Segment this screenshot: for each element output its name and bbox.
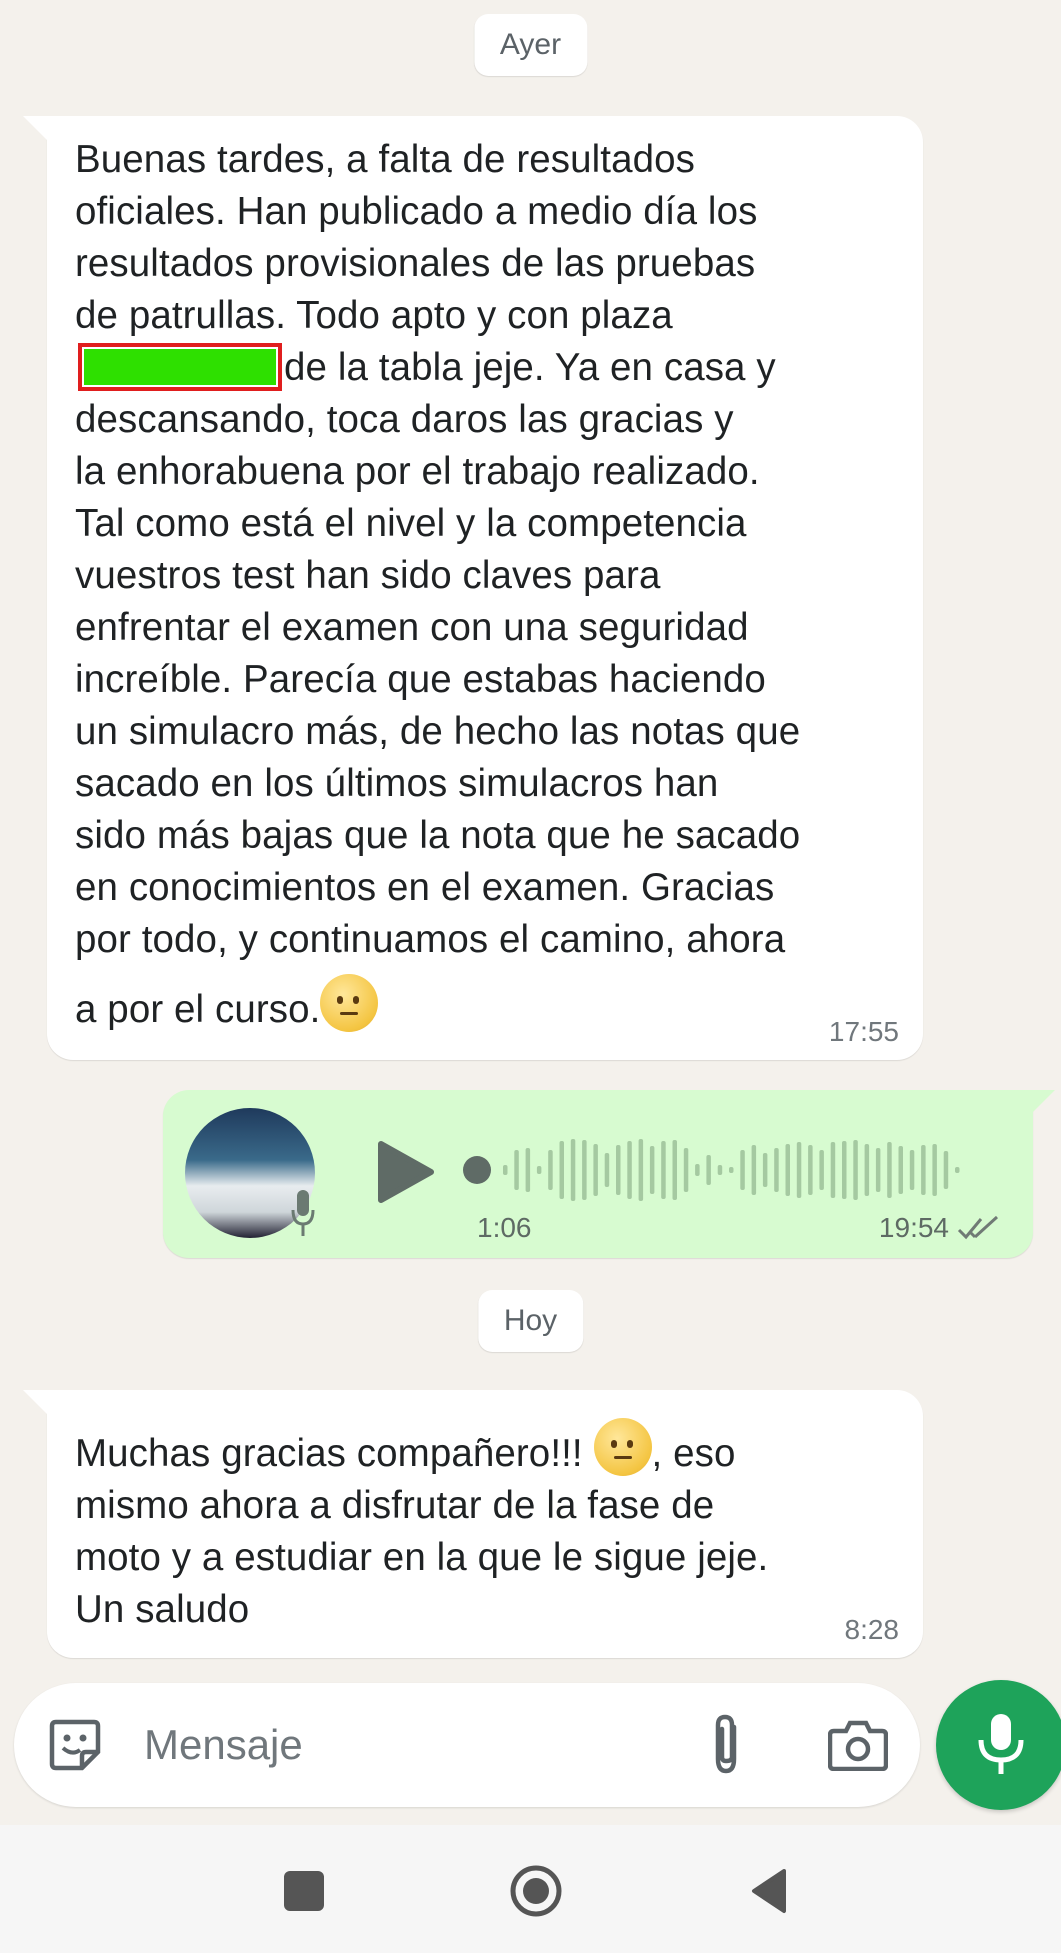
message-line-fragment: Muchas gracias compañero!!!: [75, 1432, 594, 1475]
message-composer[interactable]: Mensaje: [14, 1683, 920, 1807]
message-line: moto y a estudiar en la que le sigue jej…: [75, 1536, 769, 1579]
message-line: resultados provisionales de las pruebas: [75, 242, 756, 285]
message-line: sacado en los últimos simulacros han: [75, 762, 719, 805]
message-line: de patrullas. Todo apto y con plaza: [75, 294, 673, 337]
waveform-bar: [717, 1165, 723, 1175]
message-text: Buenas tardes, a falta de resultados ofi…: [75, 134, 895, 1036]
waveform-bar: [548, 1150, 553, 1190]
waveform-bar: [955, 1167, 960, 1173]
message-line: por todo, y continuamos el camino, ahora: [75, 918, 786, 961]
message-line: sido más bajas que la nota que he sacado: [75, 814, 801, 857]
waveform-bar: [943, 1151, 949, 1189]
message-line: oficiales. Han publicado a medio día los: [75, 190, 758, 233]
waveform-bar: [785, 1144, 790, 1196]
waveform-bar: [627, 1141, 632, 1199]
date-separator-hoy: Hoy: [477, 1290, 584, 1352]
message-line: la enhorabuena por el trabajo realizado.: [75, 450, 760, 493]
waveform-bar: [921, 1145, 926, 1195]
waveform-bar: [808, 1145, 813, 1195]
message-line: de la tabla jeje. Ya en casa y: [75, 342, 895, 394]
system-navigation-bar: [0, 1825, 1061, 1953]
waveform-bar: [570, 1139, 576, 1201]
message-bubble-incoming[interactable]: Muchas gracias compañero!!! , eso mismo …: [23, 1390, 923, 1658]
waveform-bar: [638, 1139, 644, 1201]
message-line: en conocimientos en el examen. Gracias: [75, 866, 775, 909]
message-line: Tal como está el nivel y la competencia: [75, 502, 747, 545]
message-line: a por el curso.: [75, 974, 895, 1036]
message-time: 8:28: [844, 1614, 900, 1645]
waveform-bar: [853, 1140, 858, 1200]
back-button[interactable]: [748, 1867, 788, 1915]
message-line-fragment: , eso: [651, 1432, 736, 1475]
waveform-bar: [740, 1150, 745, 1190]
saluting-face-emoji: [593, 1418, 652, 1476]
waveform-bar: [536, 1166, 542, 1174]
camera-icon[interactable]: [828, 1719, 888, 1771]
microphone-icon: [978, 1714, 1024, 1774]
message-line: un simulacro más, de hecho las notas que: [75, 710, 801, 753]
record-audio-button[interactable]: [936, 1680, 1061, 1810]
waveform-bar: [729, 1167, 734, 1173]
waveform-bar: [830, 1142, 836, 1198]
waveform-bar: [582, 1140, 587, 1200]
message-time: 17:55: [828, 1016, 899, 1047]
microphone-icon: [291, 1190, 315, 1236]
recent-apps-button[interactable]: [284, 1871, 324, 1911]
waveform-bar: [661, 1141, 666, 1199]
waveform-bar: [864, 1144, 870, 1196]
waveform-bar: [887, 1142, 892, 1198]
waveform-bar: [762, 1153, 768, 1187]
waveform-bar: [683, 1148, 689, 1192]
waveform-bar: [706, 1155, 711, 1185]
message-line-fragment: de la tabla jeje. Ya en casa y: [284, 346, 776, 389]
waveform-bar: [503, 1165, 508, 1175]
message-time: 19:54: [878, 1212, 949, 1243]
waveform-bar: [774, 1148, 779, 1192]
paperclip-icon[interactable]: [704, 1713, 748, 1777]
message-line: mismo ahora a disfrutar de la fase de: [75, 1484, 715, 1527]
waveform-bar: [672, 1140, 677, 1200]
message-line: enfrentar el examen con una seguridad: [75, 606, 749, 649]
chat-area[interactable]: Ayer Buenas tardes, a falta de resultado…: [0, 0, 1061, 1825]
waveform-bar: [842, 1141, 847, 1199]
audio-waveform[interactable]: [459, 1135, 969, 1205]
message-line: Muchas gracias compañero!!! , eso: [75, 1418, 895, 1480]
saluting-face-emoji: [320, 974, 379, 1032]
waveform-bar: [875, 1148, 881, 1192]
waveform-bar: [604, 1153, 610, 1187]
sticker-icon[interactable]: [46, 1716, 104, 1774]
redaction-box: [78, 343, 282, 391]
waveform-bar: [593, 1144, 598, 1196]
message-input[interactable]: Mensaje: [144, 1721, 303, 1769]
message-line: vuestros test han sido claves para: [75, 554, 661, 597]
waveform-bar: [616, 1145, 621, 1195]
waveform-bar: [695, 1164, 700, 1176]
message-line: Buenas tardes, a falta de resultados: [75, 138, 695, 181]
message-line: Un saludo: [75, 1588, 250, 1631]
waveform-bar: [649, 1146, 655, 1194]
waveform-bar: [751, 1145, 757, 1195]
waveform-bar: [909, 1150, 915, 1190]
waveform-bar: [932, 1144, 937, 1196]
waveform-bar: [514, 1150, 519, 1190]
home-button[interactable]: [510, 1865, 562, 1917]
date-separator-ayer: Ayer: [473, 14, 588, 76]
message-line-fragment: a por el curso.: [75, 988, 321, 1031]
message-line: descansando, toca daros las gracias y: [75, 398, 734, 441]
message-bubble-incoming[interactable]: Buenas tardes, a falta de resultados ofi…: [23, 116, 923, 1060]
message-line: increíble. Parecía que estabas haciendo: [75, 658, 766, 701]
waveform-bar: [525, 1148, 531, 1192]
voice-message-bubble[interactable]: 1:06 19:54: [163, 1090, 1055, 1258]
waveform-bar: [819, 1150, 824, 1190]
waveform-bar: [559, 1141, 564, 1199]
waveform-bar: [898, 1146, 903, 1194]
audio-duration: 1:06: [477, 1212, 532, 1243]
play-icon[interactable]: [373, 1138, 437, 1206]
waveform-bar: [796, 1142, 802, 1198]
message-text: Muchas gracias compañero!!! , eso mismo …: [75, 1418, 895, 1636]
read-double-check-icon: [957, 1215, 999, 1240]
